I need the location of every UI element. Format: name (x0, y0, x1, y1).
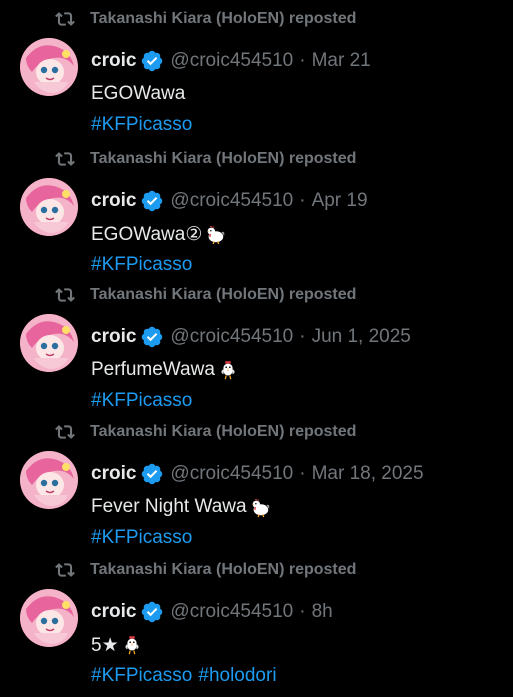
repost-icon (55, 563, 75, 577)
post[interactable]: Takanashi Kiara (HoloEN) reposted croic … (0, 8, 513, 146)
avatar[interactable] (20, 589, 78, 647)
hashtag-list: #KFPicasso (91, 525, 192, 551)
avatar[interactable] (20, 314, 78, 372)
post[interactable]: Takanashi Kiara (HoloEN) reposted croic … (0, 148, 513, 286)
hashtag-link[interactable]: #KFPicasso (91, 114, 192, 136)
avatar-image (20, 451, 78, 509)
chicken-emoji (221, 360, 235, 380)
repost-label: Takanashi Kiara (HoloEN) reposted (90, 561, 357, 578)
rooster-emoji (251, 498, 269, 518)
post[interactable]: Takanashi Kiara (HoloEN) reposted croic … (0, 421, 513, 559)
hashtag-list: #KFPicasso (91, 112, 192, 138)
verified-badge-icon (142, 190, 163, 212)
post-text-content: EGOWawa (91, 83, 186, 104)
post-header: croic @croic454510 · Mar 18, 2025 (91, 461, 424, 487)
repost-label: Takanashi Kiara (HoloEN) reposted (90, 423, 357, 440)
post-text: EGOWawa② (91, 221, 226, 247)
avatar-image (20, 38, 78, 96)
verified-badge-icon (142, 601, 163, 623)
hashtag-link[interactable]: #KFPicasso (91, 527, 192, 549)
repost-icon (55, 12, 75, 26)
author-name[interactable]: croic (91, 190, 136, 212)
post-text: EGOWawa (91, 81, 185, 107)
rooster-emoji (207, 225, 225, 245)
repost-indicator[interactable]: Takanashi Kiara (HoloEN) reposted (55, 8, 356, 30)
repost-icon (55, 425, 75, 439)
hashtag-link[interactable]: #KFPicasso (91, 254, 192, 276)
avatar-image (20, 589, 78, 647)
verified-badge-icon (142, 50, 163, 72)
post-text-content: EGOWawa② (91, 223, 203, 245)
avatar[interactable] (20, 178, 78, 236)
author-handle[interactable]: @croic454510 (170, 326, 293, 348)
repost-indicator[interactable]: Takanashi Kiara (HoloEN) reposted (55, 421, 356, 443)
hashtag-link[interactable]: #KFPicasso (91, 665, 192, 687)
hashtag-list: #KFPicasso (91, 388, 192, 414)
repost-icon (55, 152, 75, 166)
separator-dot: · (299, 463, 306, 484)
repost-indicator[interactable]: Takanashi Kiara (HoloEN) reposted (55, 559, 356, 581)
post[interactable]: Takanashi Kiara (HoloEN) reposted croic … (0, 559, 513, 697)
separator-dot: · (299, 190, 306, 211)
repost-indicator[interactable]: Takanashi Kiara (HoloEN) reposted (55, 148, 356, 170)
chicken-emoji (124, 635, 139, 655)
verified-badge-icon (142, 463, 163, 485)
post-header: croic @croic454510 · Mar 21 (91, 48, 371, 74)
post-text-content: Fever Night Wawa (91, 496, 247, 517)
author-handle[interactable]: @croic454510 (170, 50, 293, 72)
author-name[interactable]: croic (91, 463, 136, 485)
post-text: Fever Night Wawa (91, 494, 271, 520)
post-text: 5★ (91, 632, 143, 658)
repost-label: Takanashi Kiara (HoloEN) reposted (90, 286, 357, 303)
verified-badge-icon (142, 326, 163, 348)
separator-dot: · (299, 601, 306, 622)
post-timestamp[interactable]: Mar 18, 2025 (312, 463, 424, 485)
post-timestamp[interactable]: 8h (312, 601, 333, 623)
post-header: croic @croic454510 · 8h (91, 599, 333, 625)
author-handle[interactable]: @croic454510 (170, 463, 293, 485)
hashtag-list: #KFPicasso (91, 252, 192, 278)
timeline-feed: Takanashi Kiara (HoloEN) reposted croic … (0, 0, 513, 697)
post-timestamp[interactable]: Mar 21 (312, 50, 371, 72)
hashtag-link[interactable]: #KFPicasso (91, 390, 192, 412)
repost-indicator[interactable]: Takanashi Kiara (HoloEN) reposted (55, 284, 356, 306)
post-timestamp[interactable]: Jun 1, 2025 (312, 326, 411, 348)
avatar-image (20, 178, 78, 236)
avatar[interactable] (20, 451, 78, 509)
author-handle[interactable]: @croic454510 (170, 190, 293, 212)
repost-label: Takanashi Kiara (HoloEN) reposted (90, 150, 357, 167)
avatar[interactable] (20, 38, 78, 96)
post-header: croic @croic454510 · Jun 1, 2025 (91, 324, 411, 350)
author-handle[interactable]: @croic454510 (170, 601, 293, 623)
post[interactable]: Takanashi Kiara (HoloEN) reposted croic … (0, 284, 513, 422)
post-header: croic @croic454510 · Apr 19 (91, 188, 368, 214)
hashtag-list: #KFPicasso #holodori (91, 663, 277, 689)
separator-dot: · (299, 50, 306, 71)
separator-dot: · (299, 326, 306, 347)
post-text: PerfumeWawa (91, 357, 239, 383)
author-name[interactable]: croic (91, 326, 136, 348)
repost-label: Takanashi Kiara (HoloEN) reposted (90, 10, 357, 27)
repost-icon (55, 288, 75, 302)
author-name[interactable]: croic (91, 50, 136, 72)
post-text-content: 5★ (91, 634, 119, 656)
post-timestamp[interactable]: Apr 19 (312, 190, 368, 212)
post-text-content: PerfumeWawa (91, 359, 215, 380)
hashtag-link[interactable]: #holodori (198, 665, 276, 687)
avatar-image (20, 314, 78, 372)
author-name[interactable]: croic (91, 601, 136, 623)
